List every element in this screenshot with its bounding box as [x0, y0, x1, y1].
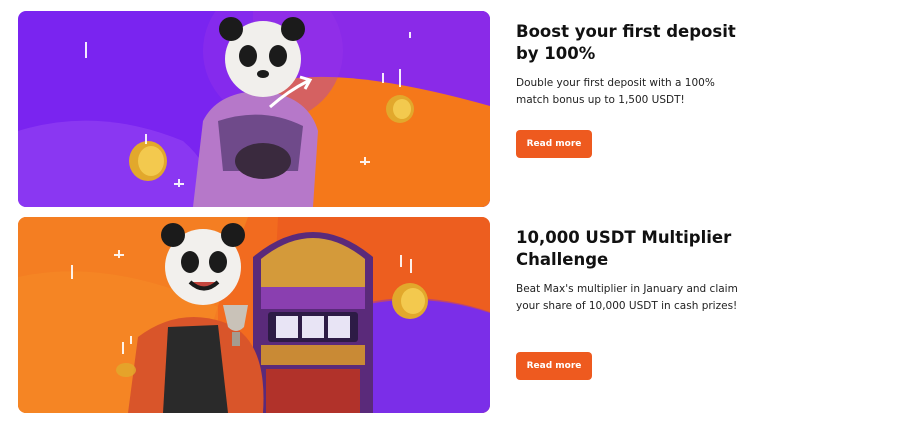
banner-illustration — [18, 217, 490, 413]
banner-illustration — [18, 11, 490, 207]
slot-machine — [253, 232, 373, 413]
gold-coin-left — [129, 141, 167, 181]
promo-card-deposit-boost: Boost your first deposit by 100% Double … — [18, 11, 798, 207]
promo-title: Boost your first deposit by 100% — [516, 22, 736, 63]
promo-description: Beat Max's multiplier in January and cla… — [516, 283, 738, 312]
gold-coin-right — [392, 283, 428, 319]
promo-card-multiplier-challenge: 10,000 USDT Multiplier Challenge Beat Ma… — [18, 217, 798, 413]
promo-info: Boost your first deposit by 100% Double … — [516, 21, 746, 109]
promo-info: 10,000 USDT Multiplier Challenge Beat Ma… — [516, 227, 746, 315]
gold-coin-right — [386, 95, 414, 123]
promo-description: Double your first deposit with a 100% ma… — [516, 77, 715, 106]
read-more-button[interactable]: Read more — [516, 352, 592, 380]
promo-banner-image-panda-coins[interactable] — [18, 11, 490, 207]
read-more-button[interactable]: Read more — [516, 130, 592, 158]
promo-banner-image-panda-slot[interactable] — [18, 217, 490, 413]
promo-title: 10,000 USDT Multiplier Challenge — [516, 228, 732, 269]
gold-coin-left — [116, 363, 136, 377]
